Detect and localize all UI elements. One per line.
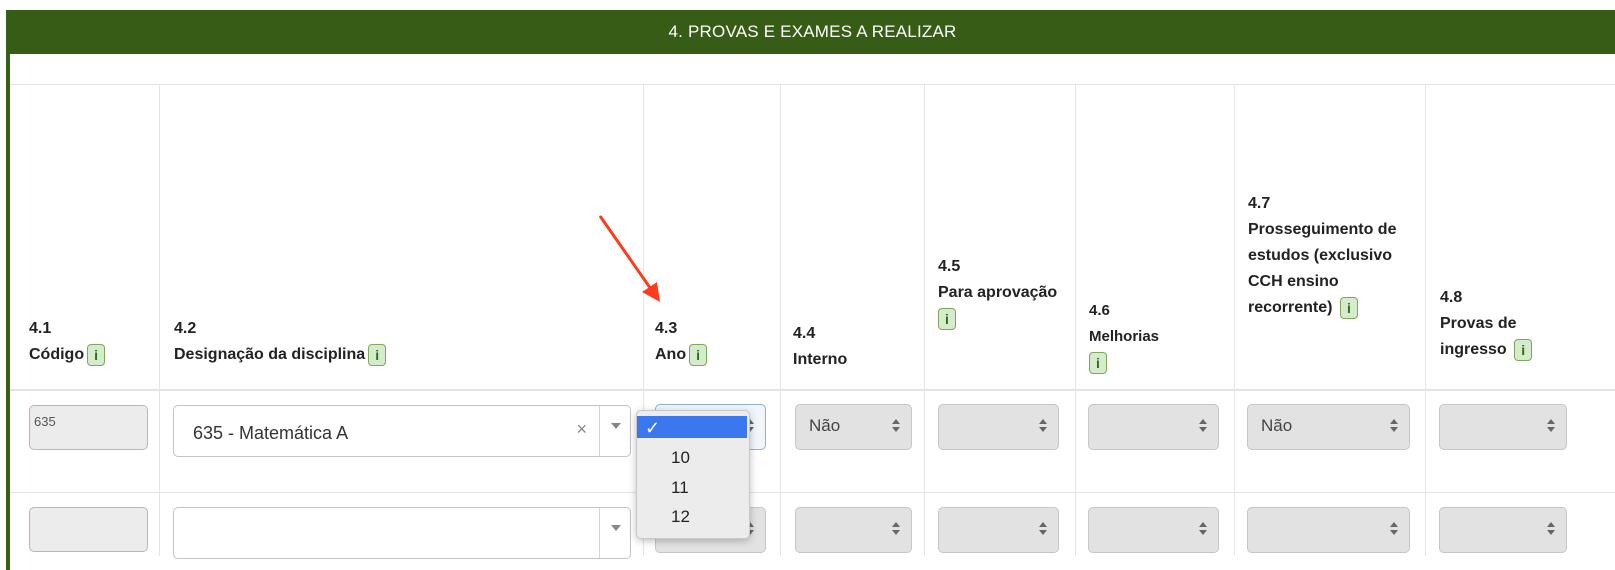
header-row-border <box>10 389 1615 391</box>
info-icon[interactable]: i <box>1089 352 1107 375</box>
dropdown-option[interactable]: 12 <box>637 503 747 531</box>
column-number: 4.6 <box>1089 302 1110 319</box>
column-number: 4.2 <box>174 320 197 337</box>
updown-arrows-icon <box>892 522 900 536</box>
col-divider <box>1075 84 1076 556</box>
prosseguimento-value: Não <box>1261 416 1293 435</box>
column-label: Designação da disciplina <box>174 346 366 363</box>
info-icon[interactable]: i <box>368 343 387 366</box>
col-divider <box>159 84 160 556</box>
designacao-select[interactable]: 635 - Matemática A × <box>173 405 631 457</box>
melhorias-select[interactable] <box>1088 507 1219 553</box>
column-header-provas-ingresso: 4.8 Provas de ingresso i <box>1440 285 1580 363</box>
melhorias-select[interactable] <box>1088 404 1219 450</box>
interno-select[interactable] <box>795 507 912 553</box>
info-icon[interactable]: i <box>1514 338 1533 361</box>
column-number: 4.3 <box>655 320 678 337</box>
ano-dropdown-menu: ✓ 10 11 12 <box>636 410 750 539</box>
annotation-arrow-icon <box>598 215 660 302</box>
updown-arrows-icon <box>892 419 900 433</box>
updown-arrows-icon <box>1547 522 1555 536</box>
updown-arrows-icon <box>1039 419 1047 433</box>
column-header-ano: 4.3 Ano i <box>655 316 708 368</box>
column-number: 4.8 <box>1440 289 1463 306</box>
codigo-input[interactable]: 635 <box>29 405 148 450</box>
updown-arrows-icon <box>1390 522 1398 536</box>
info-icon[interactable]: i <box>689 343 708 366</box>
updown-arrows-icon <box>1039 522 1047 536</box>
column-number: 4.4 <box>793 325 816 342</box>
provas-ingresso-select[interactable] <box>1439 404 1567 450</box>
aprovacao-select[interactable] <box>938 507 1059 553</box>
clear-icon[interactable]: × <box>576 419 587 440</box>
column-label: Prosseguimento de estudos (exclusivo CCH… <box>1248 221 1397 316</box>
designacao-value: 635 - Matemática A <box>193 423 349 443</box>
column-number: 4.5 <box>938 258 961 275</box>
column-label: Código <box>29 346 85 363</box>
col-divider <box>1234 84 1235 556</box>
column-label: Para aprovação <box>938 284 1058 301</box>
interno-select[interactable]: Não <box>795 404 912 450</box>
updown-arrows-icon <box>1199 522 1207 536</box>
interno-value: Não <box>809 416 841 435</box>
column-label: Provas de ingresso <box>1440 315 1517 358</box>
column-header-aprovacao: 4.5 Para aprovação i <box>938 254 1058 332</box>
col-divider <box>780 84 781 556</box>
column-number: 4.1 <box>29 320 52 337</box>
provas-ingresso-select[interactable] <box>1439 507 1567 553</box>
prosseguimento-select[interactable] <box>1247 507 1410 553</box>
column-header-designacao: 4.2 Designação da disciplina i <box>174 316 387 368</box>
codigo-input[interactable] <box>29 507 148 552</box>
checkmark-icon: ✓ <box>645 418 661 438</box>
updown-arrows-icon <box>1390 419 1398 433</box>
dropdown-option[interactable]: 10 <box>637 444 747 472</box>
info-icon[interactable]: i <box>87 343 106 366</box>
column-header-interno: 4.4 Interno <box>793 321 847 373</box>
prosseguimento-select[interactable]: Não <box>1247 404 1410 450</box>
updown-arrows-icon <box>1547 419 1555 433</box>
column-label: Interno <box>793 351 848 368</box>
chevron-down-icon[interactable] <box>611 525 621 531</box>
section-title: 4. PROVAS E EXAMES A REALIZAR <box>10 10 1615 54</box>
updown-arrows-icon <box>1199 419 1207 433</box>
column-label: Ano <box>655 346 687 363</box>
column-number: 4.7 <box>1248 195 1271 212</box>
column-header-codigo: 4.1 Código i <box>29 316 106 368</box>
dropdown-option-empty[interactable]: ✓ <box>637 416 747 438</box>
column-header-prosseguimento: 4.7 Prosseguimento de estudos (exclusivo… <box>1248 191 1426 321</box>
column-label: Melhorias <box>1089 328 1160 345</box>
row-divider <box>10 492 1615 493</box>
select-divider <box>599 406 600 456</box>
chevron-down-icon[interactable] <box>611 423 621 429</box>
designacao-select[interactable] <box>173 507 631 559</box>
column-header-melhorias: 4.6 Melhorias i <box>1089 298 1209 376</box>
info-icon[interactable]: i <box>1339 296 1358 319</box>
info-icon[interactable]: i <box>938 307 956 330</box>
select-divider <box>599 508 600 558</box>
table-top-border <box>10 84 1615 85</box>
aprovacao-select[interactable] <box>938 404 1059 450</box>
dropdown-option[interactable]: 11 <box>637 474 747 502</box>
col-divider <box>924 84 925 556</box>
